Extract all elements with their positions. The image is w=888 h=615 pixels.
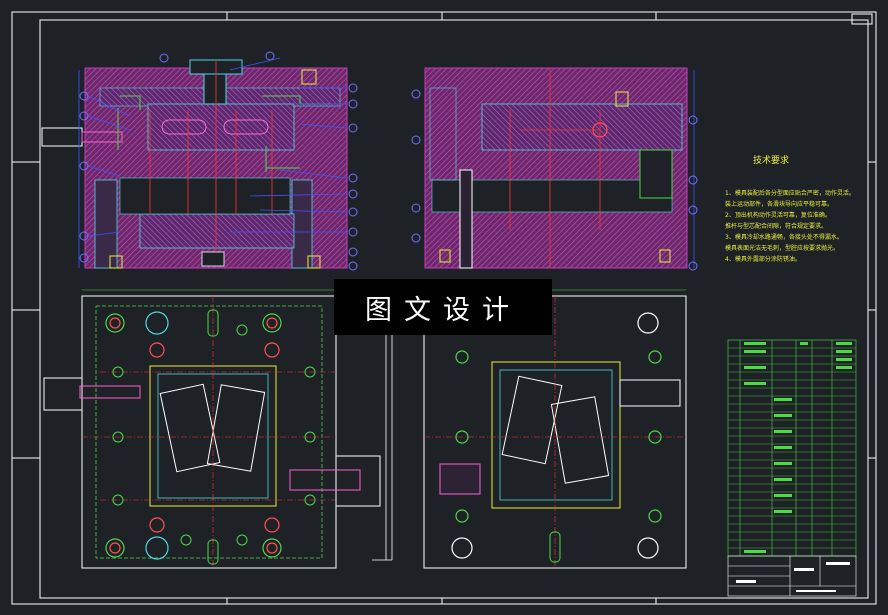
- plan-view-fixed-half: [43, 295, 381, 569]
- tech-note-line: 4、模具外露部分涂防锈油。: [725, 256, 801, 263]
- tech-note-line: 3、模具冷却水路通畅，各接头处不得漏水。: [725, 234, 843, 241]
- section-view-side: [424, 67, 695, 269]
- tech-note-line: 2、顶出机构动作灵活可靠，复位准确。: [725, 212, 831, 219]
- corner-mark: [851, 13, 873, 25]
- title-block-text-marks: [736, 562, 850, 592]
- tech-note-line: 模具表面光洁无毛刺，型腔应按要求抛光。: [725, 245, 840, 252]
- tech-note-line: 1、模具装配后各分型面应贴合严密，动作灵活。: [725, 190, 855, 197]
- tech-note-line: 推杆与型芯配合间隙，符合规定要求。: [725, 223, 828, 230]
- technical-requirements: 技术要求 1、模具装配后各分型面应贴合严密，动作灵活。 装上运动部件，各滑块导向…: [725, 156, 855, 265]
- tech-note-line: 装上运动部件，各滑块导向应平稳可靠。: [725, 201, 834, 208]
- technical-requirements-title: 技术要求: [753, 156, 790, 166]
- parts-list-cell-marks: [744, 342, 852, 553]
- plan-view-moving-half: [423, 295, 687, 569]
- watermark-banner: 图文设计: [334, 279, 552, 335]
